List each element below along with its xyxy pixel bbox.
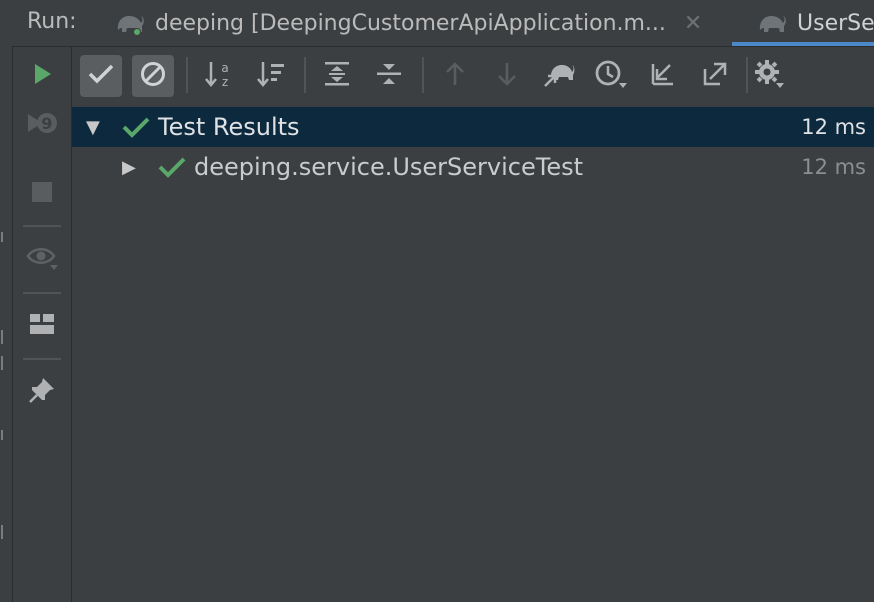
tree-row-test-results[interactable]: ▼ Test Results 12 ms	[72, 107, 874, 147]
view-options-button[interactable]	[24, 242, 60, 278]
toolbar-separator	[23, 292, 61, 294]
edge-tick	[1, 356, 3, 370]
arrow-up-icon	[444, 61, 466, 91]
run-label: Run:	[27, 9, 77, 34]
import-tests-button[interactable]	[538, 55, 580, 97]
toolbar-separator	[23, 358, 61, 360]
passed-check-icon	[122, 116, 150, 144]
import-icon	[650, 61, 676, 91]
arrow-down-icon	[496, 61, 518, 91]
passed-check-icon	[158, 156, 186, 184]
gear-icon	[753, 58, 785, 94]
side-toolbar: 9	[13, 47, 72, 602]
import-results-button[interactable]	[642, 55, 684, 97]
pin-tab-button[interactable]	[24, 374, 60, 410]
rerun-button[interactable]	[24, 58, 60, 94]
expanded-arrow-icon[interactable]: ▼	[86, 117, 100, 138]
collapse-all-icon	[375, 60, 403, 92]
run-tab-bar: Run: deeping [DeepingCustomerApiApplicat…	[12, 0, 874, 47]
test-history-button[interactable]	[590, 55, 632, 97]
layout-icon	[29, 313, 55, 339]
gradle-elephant-icon	[757, 10, 787, 36]
run-tab-deeping[interactable]: deeping [DeepingCustomerApiApplication.m…	[115, 0, 702, 46]
show-ignored-button[interactable]	[132, 55, 174, 97]
stop-icon	[31, 181, 53, 207]
test-results-tree: ▼ Test Results 12 ms ▶ deeping.service.U…	[72, 105, 874, 602]
toolbar-separator	[422, 57, 424, 93]
next-failed-button[interactable]	[486, 55, 528, 97]
edge-tick	[1, 232, 3, 242]
left-edge-strip	[0, 0, 13, 602]
eye-icon	[26, 245, 58, 275]
pin-icon	[28, 376, 56, 408]
toolbar-separator	[186, 57, 188, 93]
rerun-failed-button[interactable]: 9	[24, 109, 60, 145]
toolbar-separator	[304, 57, 306, 93]
toolbar-separator	[23, 225, 61, 227]
tab-label: deeping [DeepingCustomerApiApplication.m…	[155, 10, 666, 36]
collapse-all-button[interactable]	[368, 55, 410, 97]
svg-text:z: z	[222, 75, 228, 88]
export-icon	[702, 61, 728, 91]
ignored-icon	[140, 61, 166, 91]
duration-label: 12 ms	[801, 155, 866, 179]
stop-button[interactable]	[24, 176, 60, 212]
tree-row-test-class[interactable]: ▶ deeping.service.UserServiceTest 12 ms	[72, 147, 874, 187]
sort-duration-icon	[256, 60, 286, 92]
previous-failed-button[interactable]	[434, 55, 476, 97]
expand-all-button[interactable]	[316, 55, 358, 97]
rerun-failed-icon: 9	[26, 110, 58, 144]
edge-tick	[1, 330, 3, 344]
layout-button[interactable]	[24, 308, 60, 344]
edge-tick	[1, 430, 3, 440]
tab-label: UserSe	[797, 10, 874, 36]
check-icon	[88, 63, 114, 89]
run-tab-userservicetest[interactable]: UserSe	[732, 0, 874, 46]
settings-button[interactable]	[748, 55, 790, 97]
tree-node-label: deeping.service.UserServiceTest	[194, 153, 584, 181]
svg-text:9: 9	[41, 114, 52, 133]
edge-tick	[1, 525, 3, 539]
sort-alphabetically-button[interactable]: a z	[198, 55, 240, 97]
tree-node-label: Test Results	[158, 113, 300, 141]
gradle-elephant-icon	[115, 10, 145, 36]
export-results-button[interactable]	[694, 55, 736, 97]
collapsed-arrow-icon[interactable]: ▶	[122, 157, 136, 178]
play-icon	[30, 62, 54, 90]
expand-all-icon	[323, 60, 351, 92]
sort-az-icon: a z	[204, 60, 234, 92]
duration-label: 12 ms	[801, 115, 866, 139]
history-icon	[594, 59, 628, 93]
gradle-import-icon	[543, 60, 575, 92]
show-passed-button[interactable]	[80, 55, 122, 97]
sort-by-duration-button[interactable]	[250, 55, 292, 97]
close-icon[interactable]: ✕	[684, 11, 702, 36]
svg-text:a: a	[221, 61, 228, 75]
test-toolbar: a z	[72, 47, 874, 105]
